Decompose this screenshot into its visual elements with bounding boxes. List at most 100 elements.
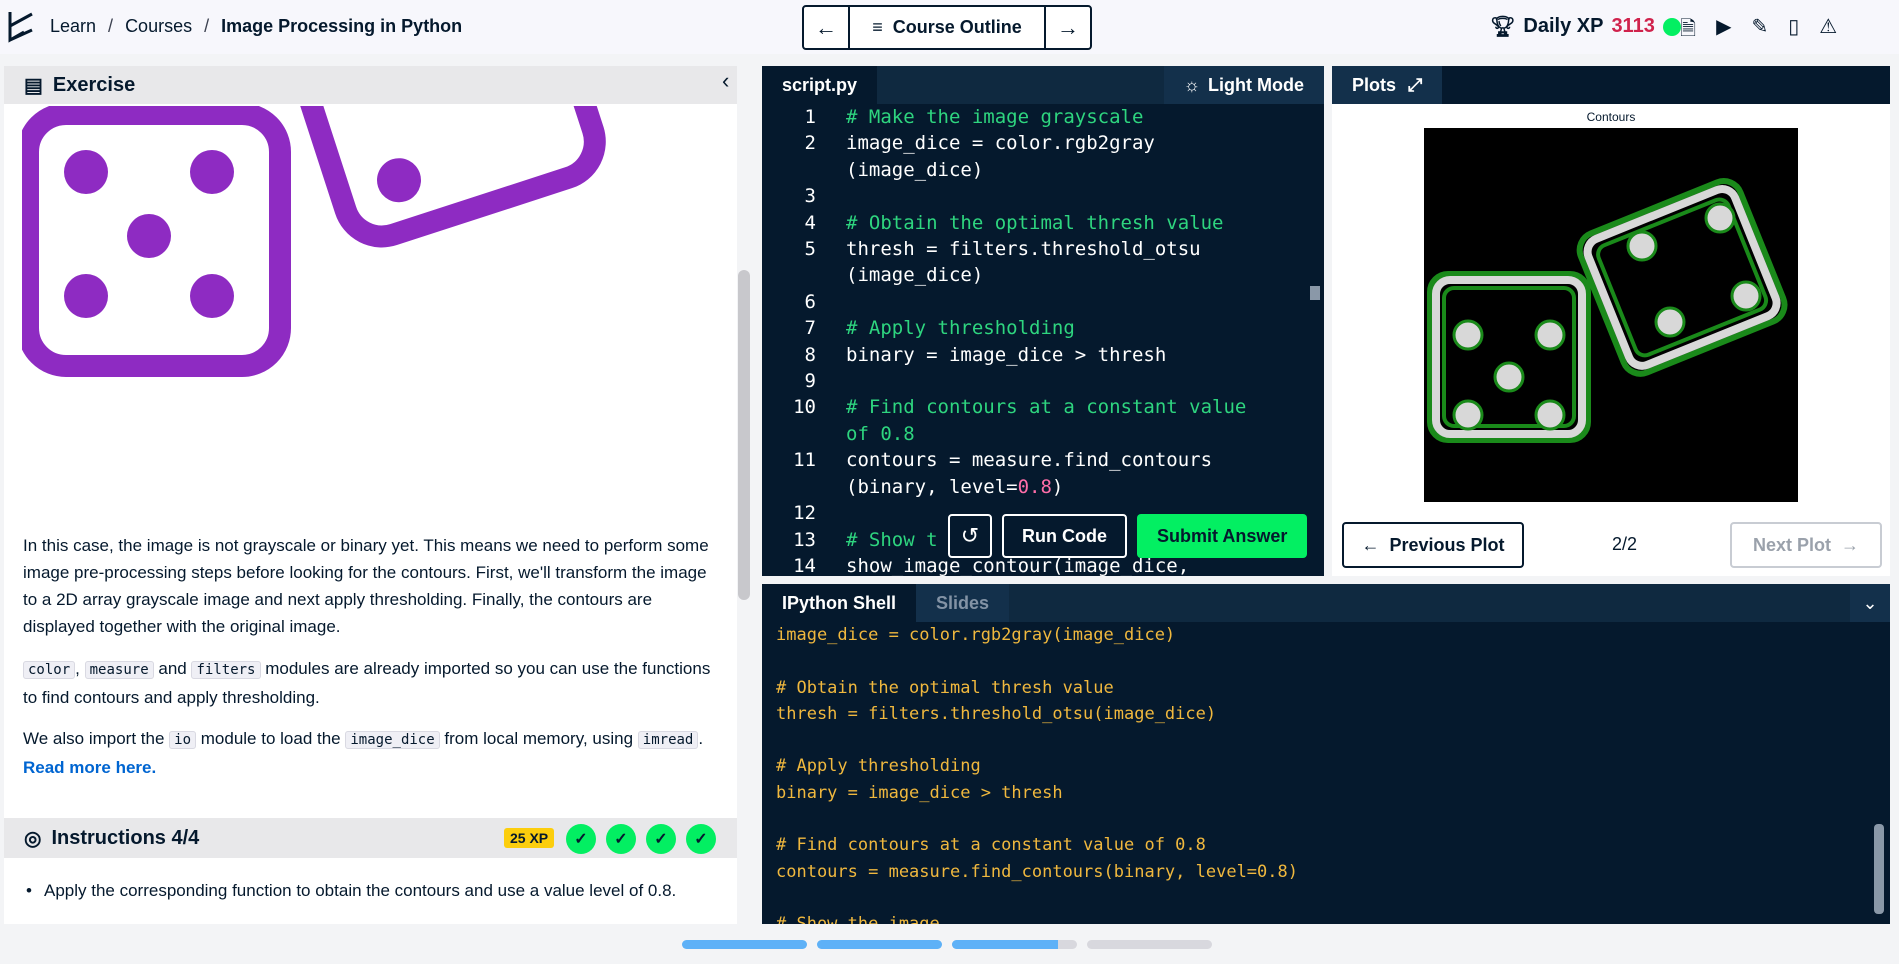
arrow-left-icon: ←	[1361, 534, 1380, 555]
code-text: # Obtain the optimal thresh value	[846, 211, 1224, 234]
read-more-link[interactable]: Read more here.	[23, 758, 156, 777]
reset-icon: ↺	[960, 523, 980, 548]
top-bar: Learn / Courses / Image Processing in Py…	[0, 0, 1899, 54]
separator-text: ,	[75, 659, 80, 678]
code-line[interactable]: 2 image_dice = color.rgb2gray	[762, 130, 1302, 156]
code-line[interactable]: 5 thresh = filters.threshold_otsu	[762, 236, 1302, 262]
expand-icon[interactable]: ⤢	[1408, 75, 1422, 96]
progress-fill	[817, 940, 942, 949]
tab-plots[interactable]: Plots ⤢	[1332, 66, 1443, 104]
shell-line: image_dice = color.rgb2gray(image_dice)	[776, 625, 1176, 645]
submit-answer-button[interactable]: Submit Answer	[1137, 514, 1308, 558]
previous-exercise-button[interactable]: ←	[804, 7, 848, 48]
next-plot-button[interactable]: Next Plot →	[1730, 522, 1882, 568]
line-number: 14	[793, 554, 816, 576]
code-line[interactable]: 10 # Find contours at a constant value	[762, 394, 1302, 420]
inline-code: imread	[637, 731, 699, 749]
light-mode-button[interactable]: ☼ Light Mode	[1163, 66, 1324, 104]
code-line[interactable]: 8 binary = image_dice > thresh	[762, 342, 1302, 368]
checkmark-icon[interactable]: ✓	[566, 824, 596, 854]
checkmark-icon[interactable]: ✓	[686, 824, 716, 854]
shell-output[interactable]: image_dice = color.rgb2gray(image_dice) #…	[776, 622, 1298, 924]
instruction-item: Apply the corresponding function to obta…	[26, 878, 724, 903]
breadcrumb-course-title[interactable]: Image Processing in Python	[221, 16, 462, 37]
shell-line: # Apply thresholding	[776, 756, 981, 777]
progress-segment	[682, 940, 807, 949]
inline-code: measure	[84, 661, 154, 679]
code-line[interactable]: 1 # Make the image grayscale	[762, 104, 1302, 130]
code-line[interactable]: 4 # Obtain the optimal thresh value	[762, 210, 1302, 236]
plot-title: Contours	[1586, 110, 1636, 124]
code-line[interactable]: of 0.8	[762, 421, 1302, 447]
line-number	[762, 421, 824, 447]
plots-tab-label: Plots	[1352, 74, 1397, 95]
datacamp-logo-icon[interactable]	[6, 10, 36, 44]
code-line[interactable]: (image_dice)	[762, 157, 1302, 183]
instructions-title: Instructions 4/4	[51, 826, 200, 849]
previous-plot-button[interactable]: ← Previous Plot	[1342, 522, 1524, 568]
exercise-io-note: We also import the io module to load the…	[23, 725, 723, 781]
code-line[interactable]: (image_dice)	[762, 262, 1302, 288]
checkmark-icon[interactable]: ✓	[646, 824, 676, 854]
line-number: 12	[793, 502, 816, 525]
io-text-c: from local memory, using	[444, 729, 634, 748]
shell-scrollbar[interactable]	[1874, 824, 1884, 914]
menu-icon: ≡	[872, 17, 883, 37]
code-line[interactable]: (binary, level=0.8)	[762, 474, 1302, 500]
toolbar-icons: 🗎︎ ▶︎ ✎ ▯ ⚠︎	[1680, 14, 1837, 48]
inline-code: filters	[191, 661, 261, 679]
line-number: 7	[804, 317, 816, 340]
arrow-right-icon: →	[1057, 14, 1079, 40]
code-line[interactable]: 7 # Apply thresholding	[762, 315, 1302, 341]
light-mode-label: Light Mode	[1208, 74, 1304, 95]
checkmark-icon[interactable]: ✓	[606, 824, 636, 854]
line-number: 8	[804, 343, 816, 366]
document-icon: ▤	[24, 74, 43, 97]
mobile-icon[interactable]: ▯	[1788, 14, 1799, 48]
trophy-icon: 🏆︎	[1490, 16, 1516, 38]
collapse-panel-icon[interactable]: ‹	[722, 68, 729, 94]
breadcrumb-separator: /	[108, 16, 114, 36]
shell-line: # Obtain the optimal thresh value	[776, 677, 1114, 698]
code-text: binary = image_dice > thresh	[846, 343, 1167, 366]
exercise-scrollbar[interactable]	[738, 270, 750, 600]
exercise-title: Exercise	[52, 73, 136, 96]
next-plot-label: Next Plot	[1752, 534, 1831, 555]
status-dot-icon	[1662, 17, 1681, 36]
code-text: (image_dice)	[846, 158, 984, 181]
breadcrumb-separator: /	[204, 16, 210, 36]
next-exercise-button[interactable]: →	[1046, 7, 1090, 48]
sun-icon: ☼	[1183, 74, 1201, 95]
code-text: contours = measure.find_contours	[846, 449, 1213, 472]
code-line[interactable]: 3	[762, 183, 1302, 209]
editor-scrollbar[interactable]	[1310, 286, 1320, 300]
breadcrumb-courses[interactable]: Courses	[125, 16, 192, 37]
reset-code-button[interactable]: ↺	[948, 514, 992, 558]
code-line[interactable]: 9	[762, 368, 1302, 394]
code-line[interactable]: 11 contours = measure.find_contours	[762, 447, 1302, 473]
run-code-button[interactable]: Run Code	[1002, 514, 1127, 558]
tab-ipython-shell[interactable]: IPython Shell	[762, 584, 917, 622]
pencil-icon[interactable]: ✎	[1751, 14, 1768, 48]
slides-icon[interactable]: 🗎︎	[1680, 14, 1696, 48]
line-number	[762, 474, 824, 500]
course-outline-button[interactable]: ≡ Course Outline	[848, 7, 1046, 48]
code-area[interactable]: 1 # Make the image grayscale 2 image_dice =…	[762, 104, 1302, 576]
chevron-down-icon[interactable]: ⌄	[1850, 584, 1890, 622]
tab-script-py[interactable]: script.py	[762, 66, 878, 104]
io-text-a: We also import the	[23, 729, 165, 748]
video-icon[interactable]: ▶︎	[1716, 14, 1731, 48]
line-number: 10	[793, 396, 816, 419]
progress-fill	[952, 940, 1059, 949]
code-line[interactable]: 6	[762, 289, 1302, 315]
inline-code: image_dice	[345, 731, 440, 749]
warning-icon[interactable]: ⚠︎	[1819, 14, 1837, 48]
progress-segment	[1087, 940, 1212, 949]
plots-panel: Plots ⤢ Contours ← Previous Plot 2/2 Nex…	[1332, 66, 1890, 576]
breadcrumb-learn[interactable]: Learn	[50, 16, 96, 37]
tab-slides[interactable]: Slides	[916, 584, 1010, 622]
ipython-shell: IPython Shell Slides ⌄ image_dice = colo…	[762, 584, 1890, 924]
